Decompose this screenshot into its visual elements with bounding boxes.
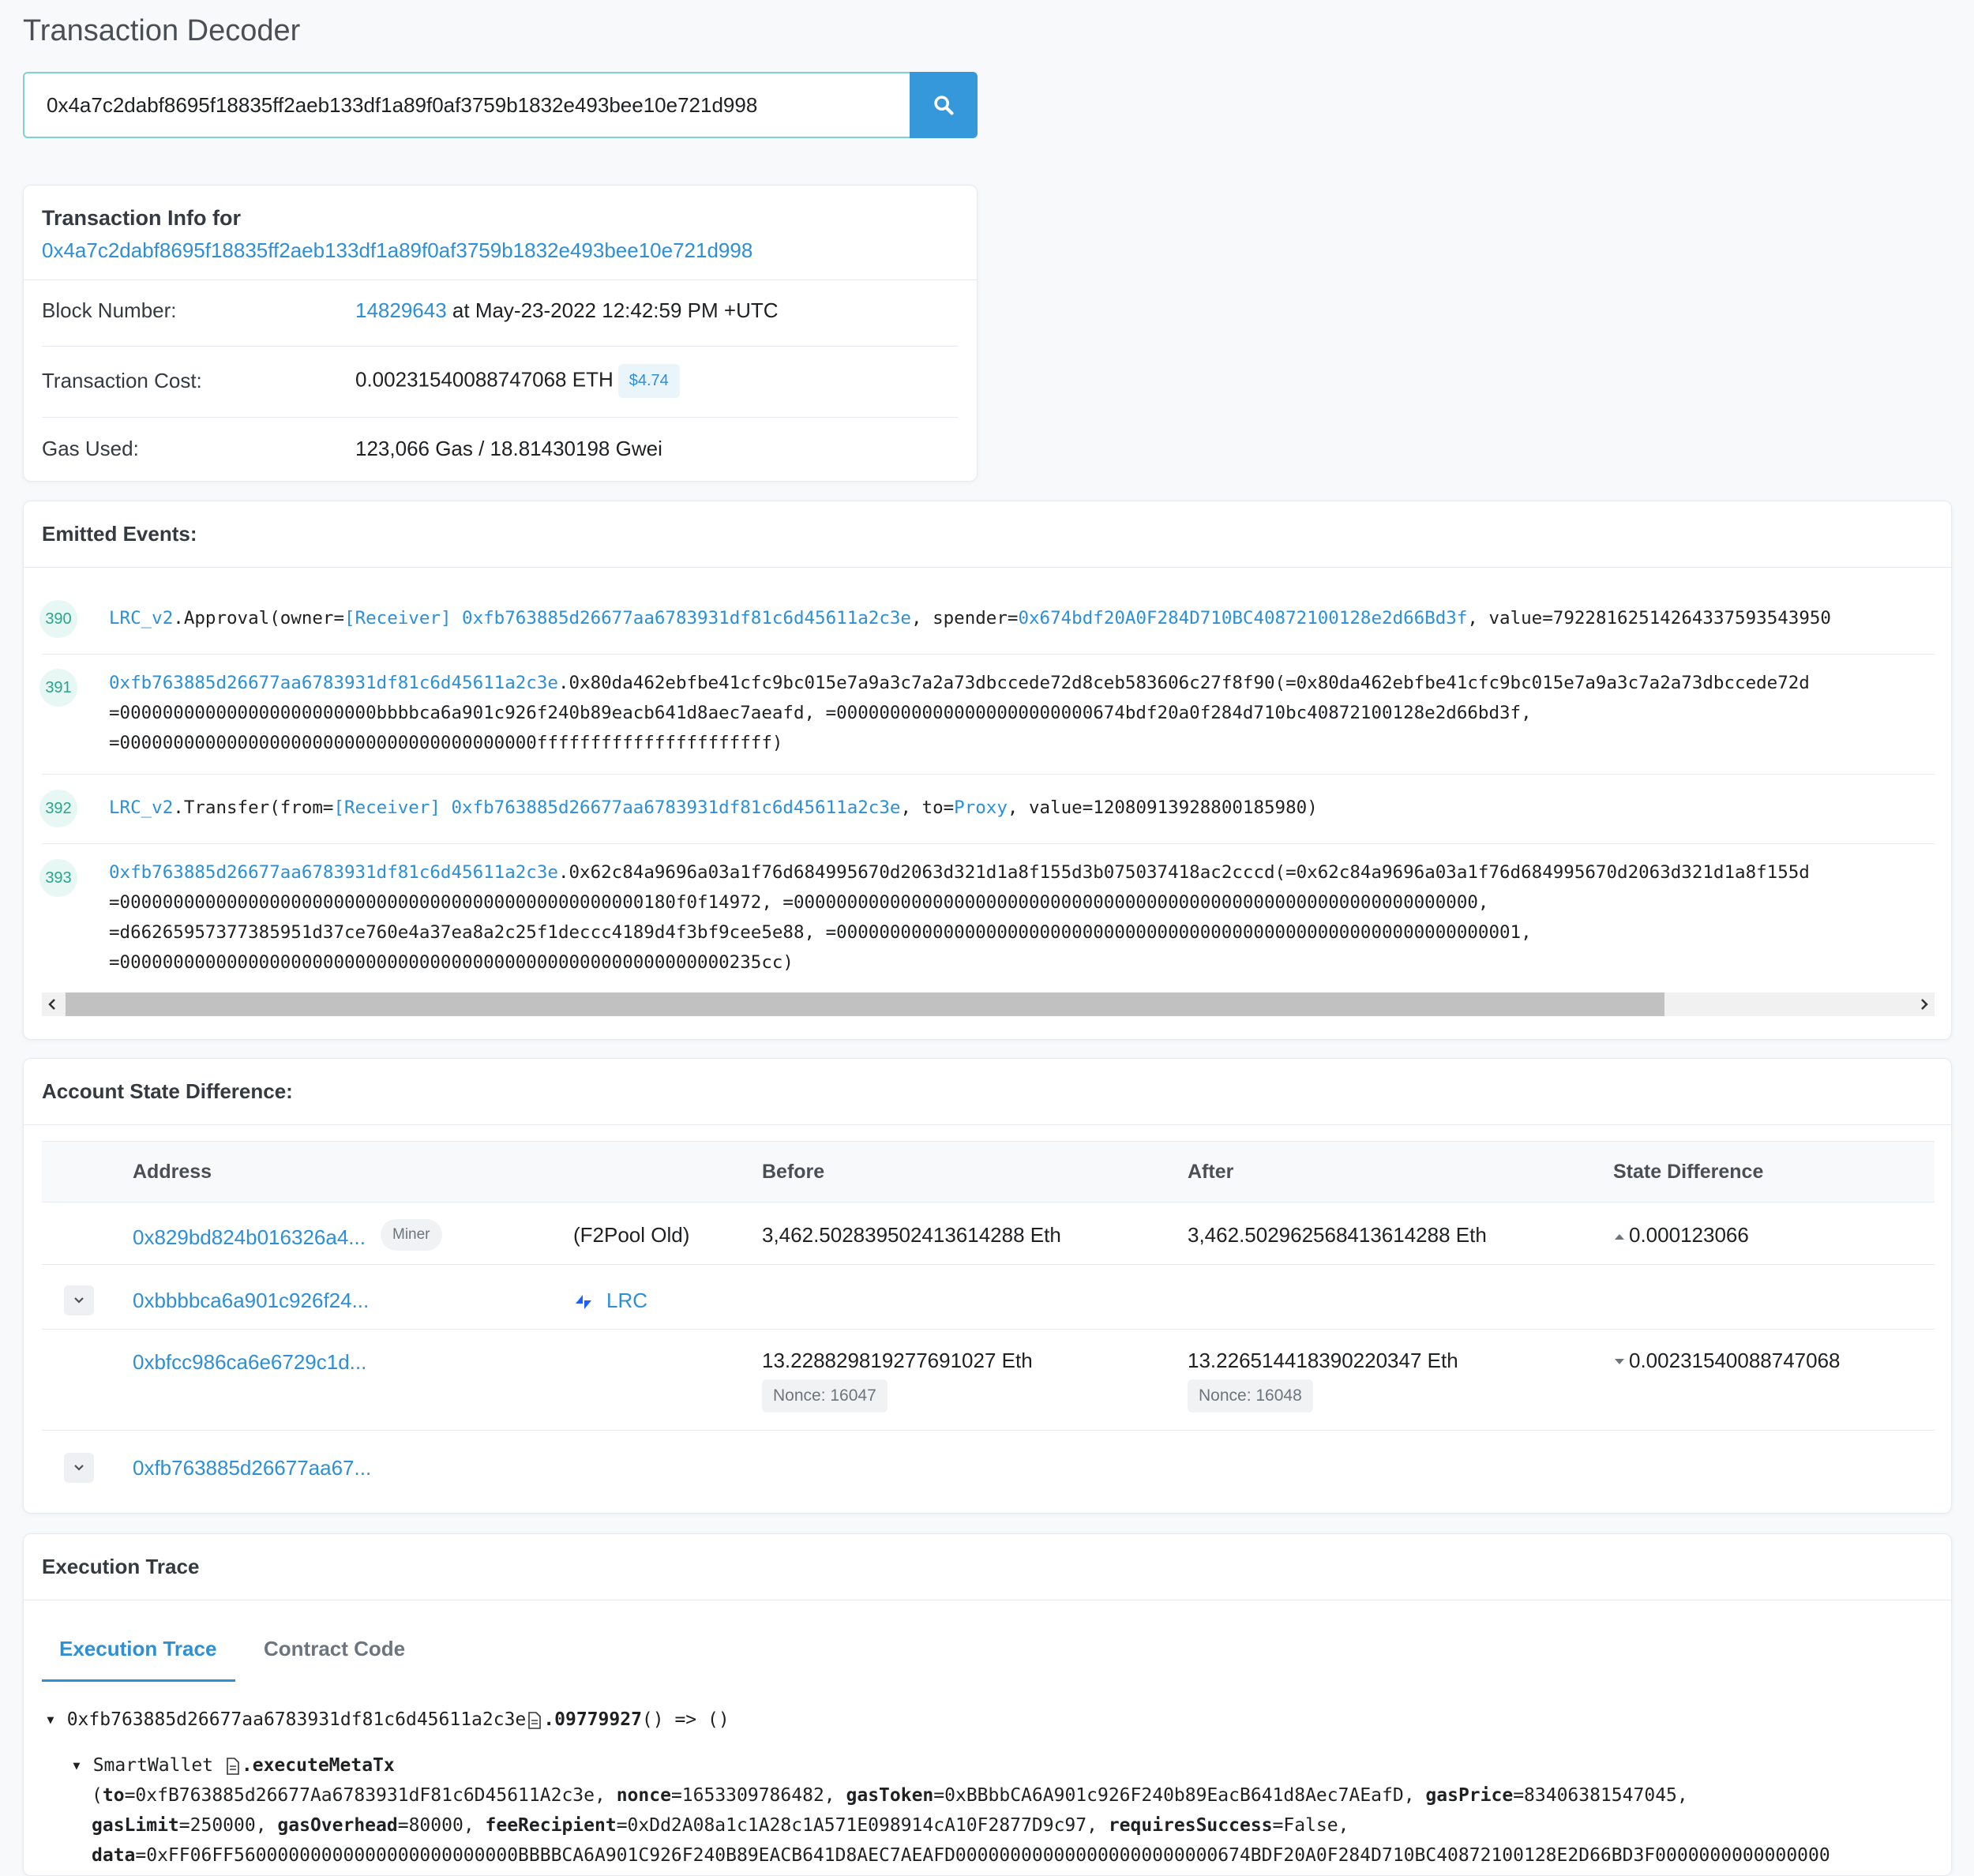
col-before: Before (762, 1161, 825, 1183)
gas-used-label: Gas Used: (42, 437, 139, 460)
event-391-line-1: 0xfb763885d26677aa6783931df81c6d45611a2c… (109, 673, 1810, 693)
address-link[interactable]: 0xfb763885d26677aa6783931df81c6d45611a2c… (109, 862, 558, 883)
trace-root-method: .09779927 (543, 1709, 642, 1730)
file-icon (227, 1757, 239, 1775)
trace-child-line[interactable]: ▾ SmartWallet .executeMetaTx (71, 1755, 395, 1776)
owner-link[interactable]: [Receiver] 0xfb763885d26677aa6783931df81… (344, 608, 911, 628)
tx-hash-link[interactable]: 0x4a7c2dabf8695f18835ff2aeb133df1a89f0af… (42, 238, 959, 263)
address-link[interactable]: 0xfb763885d26677aa6783931df81c6d45611a2c… (109, 673, 558, 693)
state-heading: Account State Difference: (24, 1059, 1951, 1125)
usd-value-badge: $4.74 (617, 364, 680, 398)
event-392-line: LRC_v2.Transfer(from=[Receiver] 0xfb7638… (109, 797, 1318, 818)
page-title: Transaction Decoder (23, 14, 301, 47)
emitted-events-card: Emitted Events: 390 LRC_v2.Approval(owne… (23, 501, 1952, 1040)
tx-hash-input[interactable] (23, 72, 910, 138)
expand-row-button[interactable] (64, 1453, 94, 1483)
event-number: 391 (39, 669, 77, 707)
address-link[interactable]: 0x829bd824b016326a4... (133, 1225, 366, 1250)
trace-child-method: .executeMetaTx (241, 1755, 395, 1776)
loopring-icon (576, 1295, 591, 1310)
event-number: 390 (39, 600, 77, 638)
before-value: 3,462.502839502413614288 Eth (762, 1223, 1061, 1247)
trace-args-line-3: data=0xFF06FF56000000000000000000000000B… (92, 1845, 1830, 1866)
scrollbar-thumb[interactable] (66, 992, 1664, 1016)
gas-used-row: Gas Used: 123,066 Gas / 18.81430198 Gwei (42, 437, 959, 461)
events-heading: Emitted Events: (24, 501, 1951, 568)
file-icon (528, 1711, 542, 1729)
miner-badge: Miner (381, 1219, 442, 1251)
block-number-row: Block Number: 14829643 at May-23-2022 12… (42, 298, 959, 323)
address-link[interactable]: 0xfb763885d26677aa67... (133, 1456, 371, 1480)
before-value: 13.228829819277691027 Eth (762, 1349, 1033, 1372)
event-number: 392 (39, 790, 77, 827)
nonce-badge: Nonce: 16048 (1188, 1379, 1313, 1413)
tab-contract-code[interactable]: Contract Code (264, 1637, 405, 1661)
caret-expanded-icon[interactable]: ▾ (71, 1755, 93, 1776)
trace-child-name: SmartWallet (92, 1755, 214, 1776)
nonce-badge: Nonce: 16047 (762, 1379, 888, 1413)
token-label: LRC (573, 1289, 647, 1313)
event-393-line-1: 0xfb763885d26677aa6783931df81c6d45611a2c… (109, 862, 1810, 883)
chevron-down-icon (74, 1465, 84, 1471)
event-391-line-2: =000000000000000000000000bbbbca6a901c926… (109, 703, 1532, 723)
event-393-line-3: =d66265957377385951d37ce760e4a37ea8a2c25… (109, 922, 1532, 943)
chevron-down-icon (74, 1297, 84, 1304)
col-state-difference: State Difference (1613, 1161, 1764, 1183)
contract-link[interactable]: LRC_v2 (109, 797, 173, 818)
col-after: After (1188, 1161, 1234, 1183)
block-number-label: Block Number: (42, 298, 177, 322)
address-label: (F2Pool Old) (573, 1223, 690, 1247)
expand-row-button[interactable] (64, 1285, 94, 1315)
search-button[interactable] (910, 72, 978, 138)
trace-root-line[interactable]: ▾ 0xfb763885d26677aa6783931df81c6d45611a… (45, 1709, 730, 1730)
caret-down-icon (1615, 1359, 1624, 1365)
gas-used-value: 123,066 Gas / 18.81430198 Gwei (355, 437, 662, 460)
tab-execution-trace[interactable]: Execution Trace (59, 1637, 216, 1661)
trace-args-line-2: gasLimit=250000, gasOverhead=80000, feeR… (92, 1815, 1349, 1836)
scroll-right-icon[interactable] (1919, 998, 1930, 1011)
transaction-cost-label: Transaction Cost: (42, 369, 202, 392)
token-link[interactable]: LRC (606, 1289, 647, 1312)
state-diff-value: 0.000123066 (1613, 1223, 1749, 1248)
transaction-cost-value: 0.00231540088747068 ETH (355, 367, 614, 392)
address-link[interactable]: 0xbbbbca6a901c926f24... (133, 1289, 369, 1313)
event-391-line-3: =000000000000000000000000000000000000000… (109, 733, 783, 753)
spender-link[interactable]: 0x674bdf20A0F284D710BC40872100128e2d66Bd… (1018, 608, 1467, 628)
block-number-link[interactable]: 14829643 (355, 298, 447, 322)
block-time: at May-23-2022 12:42:59 PM +UTC (446, 298, 779, 322)
info-heading: Transaction Info for (42, 206, 242, 230)
address-link[interactable]: 0xbfcc986ca6e6729c1d... (133, 1350, 366, 1375)
trace-args-line-1: (to=0xfB763885d26677Aa6783931dF81c6D4561… (92, 1785, 1688, 1806)
transaction-cost-row: Transaction Cost: 0.00231540088747068 ET… (42, 364, 959, 398)
trace-root-address: 0xfb763885d26677aa6783931df81c6d45611a2c… (66, 1709, 527, 1730)
transaction-info-card: Transaction Info for 0x4a7c2dabf8695f188… (23, 185, 978, 482)
after-value: 13.226514418390220347 Eth (1188, 1349, 1458, 1372)
proxy-link[interactable]: Proxy (954, 797, 1008, 818)
caret-up-icon (1615, 1234, 1624, 1240)
contract-link[interactable]: LRC_v2 (109, 608, 173, 628)
event-393-line-2: =000000000000000000000000000000000000000… (109, 892, 1489, 913)
trace-heading: Execution Trace (24, 1534, 1951, 1600)
from-link[interactable]: [Receiver] 0xfb763885d26677aa6783931df81… (333, 797, 900, 818)
col-address: Address (133, 1161, 212, 1183)
after-value: 3,462.502962568413614288 Eth (1188, 1223, 1487, 1247)
caret-expanded-icon[interactable]: ▾ (45, 1709, 67, 1730)
search-bar (23, 72, 978, 138)
execution-trace-card: Execution Trace Execution Trace Contract… (23, 1533, 1952, 1876)
events-horizontal-scrollbar[interactable] (42, 992, 1935, 1016)
account-state-card: Account State Difference: Address Before… (23, 1058, 1952, 1514)
state-diff-value: 0.00231540088747068 (1613, 1349, 1841, 1373)
event-393-line-4: =000000000000000000000000000000000000000… (109, 952, 794, 973)
search-icon (934, 96, 954, 115)
scroll-left-icon[interactable] (47, 998, 58, 1011)
event-390-line: LRC_v2.Approval(owner=[Receiver] 0xfb763… (109, 608, 1831, 628)
event-number: 393 (39, 859, 77, 897)
state-table-header: Address Before After State Difference (42, 1141, 1935, 1203)
